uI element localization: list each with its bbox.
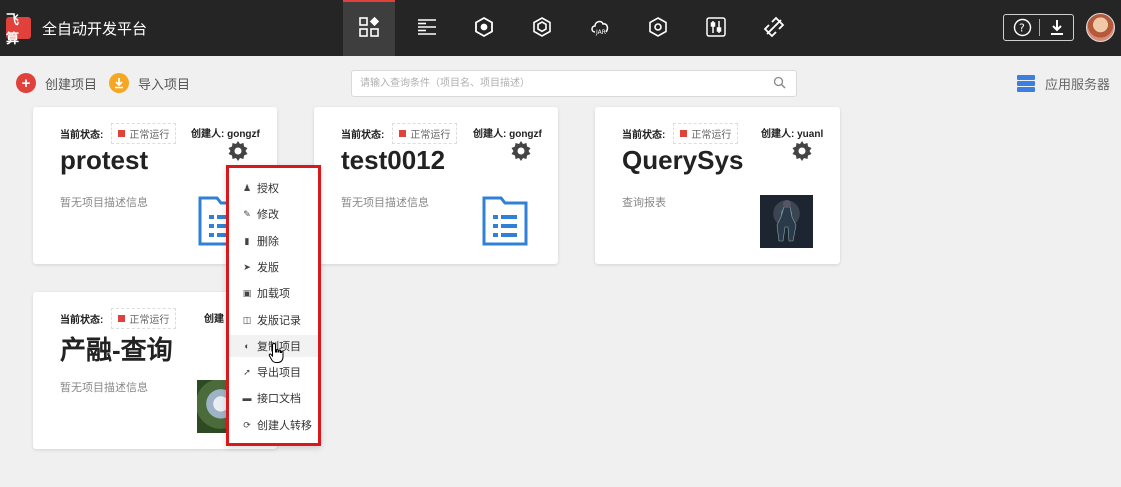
- server-icon: [1017, 75, 1035, 92]
- import-icon: [109, 73, 129, 93]
- edit-icon: ✎: [243, 208, 251, 219]
- transfer-icon: ⟳: [243, 419, 251, 430]
- status-label: 当前状态:: [341, 130, 385, 141]
- search-icon[interactable]: [773, 76, 786, 94]
- search-box: [351, 70, 797, 97]
- create-project-label: 创建项目: [45, 76, 98, 92]
- list-icon[interactable]: [416, 16, 438, 38]
- gear-icon[interactable]: [227, 140, 249, 167]
- app-logo: 飞算: [6, 12, 31, 46]
- search-input[interactable]: [352, 71, 752, 96]
- menu-item-authorize[interactable]: ♟ 授权: [242, 180, 279, 196]
- user-icon: ♟: [242, 182, 252, 193]
- record-icon: ◫: [242, 314, 252, 325]
- status-line: 当前状态: 正常运行: [622, 123, 739, 144]
- status-badge: 正常运行: [111, 308, 177, 329]
- trash-icon: ▮: [244, 235, 250, 246]
- link-icon[interactable]: [763, 16, 785, 38]
- svg-text:JAR: JAR: [595, 29, 606, 36]
- copy-icon: ◐: [244, 341, 250, 351]
- creator-label: 创建: [204, 314, 224, 325]
- plus-icon: +: [16, 73, 36, 93]
- project-context-menu: ♟ 授权 ✎ 修改 ▮ 删除 ➤ 发版 ▣ 加载项 ◫ 发版记录 ◐ 复制项目 …: [226, 165, 321, 446]
- project-title[interactable]: test0012: [341, 145, 445, 176]
- hand-cursor-icon: [268, 342, 286, 369]
- project-title[interactable]: protest: [60, 145, 148, 176]
- status-label: 当前状态:: [60, 130, 104, 141]
- status-badge: 正常运行: [673, 123, 739, 144]
- app-title: 全自动开发平台: [42, 21, 148, 38]
- download-icon[interactable]: [1048, 18, 1066, 42]
- menu-item-edit[interactable]: ✎ 修改: [242, 206, 279, 222]
- menu-item-plugins[interactable]: ▣ 加载项: [242, 285, 290, 301]
- creator-label: 创建人: gongzf: [191, 129, 260, 140]
- top-nav-bar: 飞算 全自动开发平台 JAR ?: [0, 0, 1121, 56]
- app-server-button[interactable]: 应用服务器: [1017, 74, 1110, 93]
- menu-item-api-docs[interactable]: ▬ 接口文档: [242, 390, 302, 406]
- help-download-group: ?: [1003, 14, 1074, 41]
- status-badge: 正常运行: [392, 123, 458, 144]
- project-description: 暂无项目描述信息: [60, 197, 148, 209]
- project-description: 暂无项目描述信息: [60, 382, 148, 394]
- send-icon: ➤: [243, 261, 251, 272]
- menu-item-transfer-creator[interactable]: ⟳ 创建人转移: [242, 417, 312, 433]
- divider: [1039, 19, 1040, 36]
- status-line: 当前状态: 正常运行: [341, 123, 458, 144]
- project-card[interactable]: 当前状态: 正常运行 创建人: gongzf test0012 暂无项目描述信息: [314, 107, 558, 264]
- creator-label: 创建人: yuanl: [761, 129, 824, 140]
- project-title[interactable]: QuerySys: [622, 145, 743, 176]
- create-project-button[interactable]: + 创建项目: [16, 73, 97, 93]
- import-project-button[interactable]: 导入项目: [109, 73, 190, 93]
- status-label: 当前状态:: [622, 130, 666, 141]
- avatar[interactable]: [1086, 13, 1115, 42]
- network-icon[interactable]: [647, 16, 669, 38]
- plugin-icon: ▣: [242, 287, 252, 298]
- gear-icon[interactable]: [791, 140, 813, 167]
- svg-text:?: ?: [1019, 22, 1025, 35]
- doc-icon: ▬: [242, 393, 252, 403]
- gear-icon[interactable]: [510, 140, 532, 167]
- export-icon: ➚: [243, 366, 251, 377]
- project-card[interactable]: 当前状态: 正常运行 创建人: yuanl QuerySys 查询报表: [595, 107, 840, 264]
- import-project-label: 导入项目: [138, 76, 191, 92]
- status-badge: 正常运行: [111, 123, 177, 144]
- status-line: 当前状态: 正常运行: [60, 308, 177, 329]
- project-description: 暂无项目描述信息: [341, 197, 429, 209]
- cube-icon[interactable]: [531, 16, 553, 38]
- menu-item-release-history[interactable]: ◫ 发版记录: [242, 312, 301, 328]
- app-server-label: 应用服务器: [1045, 77, 1111, 92]
- status-line: 当前状态: 正常运行: [60, 123, 177, 144]
- document-icon: [481, 195, 529, 252]
- dashboard-icon[interactable]: [358, 16, 380, 38]
- project-title[interactable]: 产融-查询: [60, 330, 173, 367]
- menu-item-release[interactable]: ➤ 发版: [242, 259, 279, 275]
- question-circle-icon[interactable]: ?: [1013, 18, 1032, 42]
- cloud-jar-icon[interactable]: JAR: [589, 16, 611, 38]
- hexagon-icon[interactable]: [473, 16, 495, 38]
- project-thumbnail: [760, 195, 813, 248]
- settings-sliders-icon[interactable]: [705, 16, 727, 38]
- status-label: 当前状态:: [60, 315, 104, 326]
- project-description: 查询报表: [622, 197, 666, 209]
- creator-label: 创建人: gongzf: [473, 129, 542, 140]
- menu-item-delete[interactable]: ▮ 删除: [242, 233, 279, 249]
